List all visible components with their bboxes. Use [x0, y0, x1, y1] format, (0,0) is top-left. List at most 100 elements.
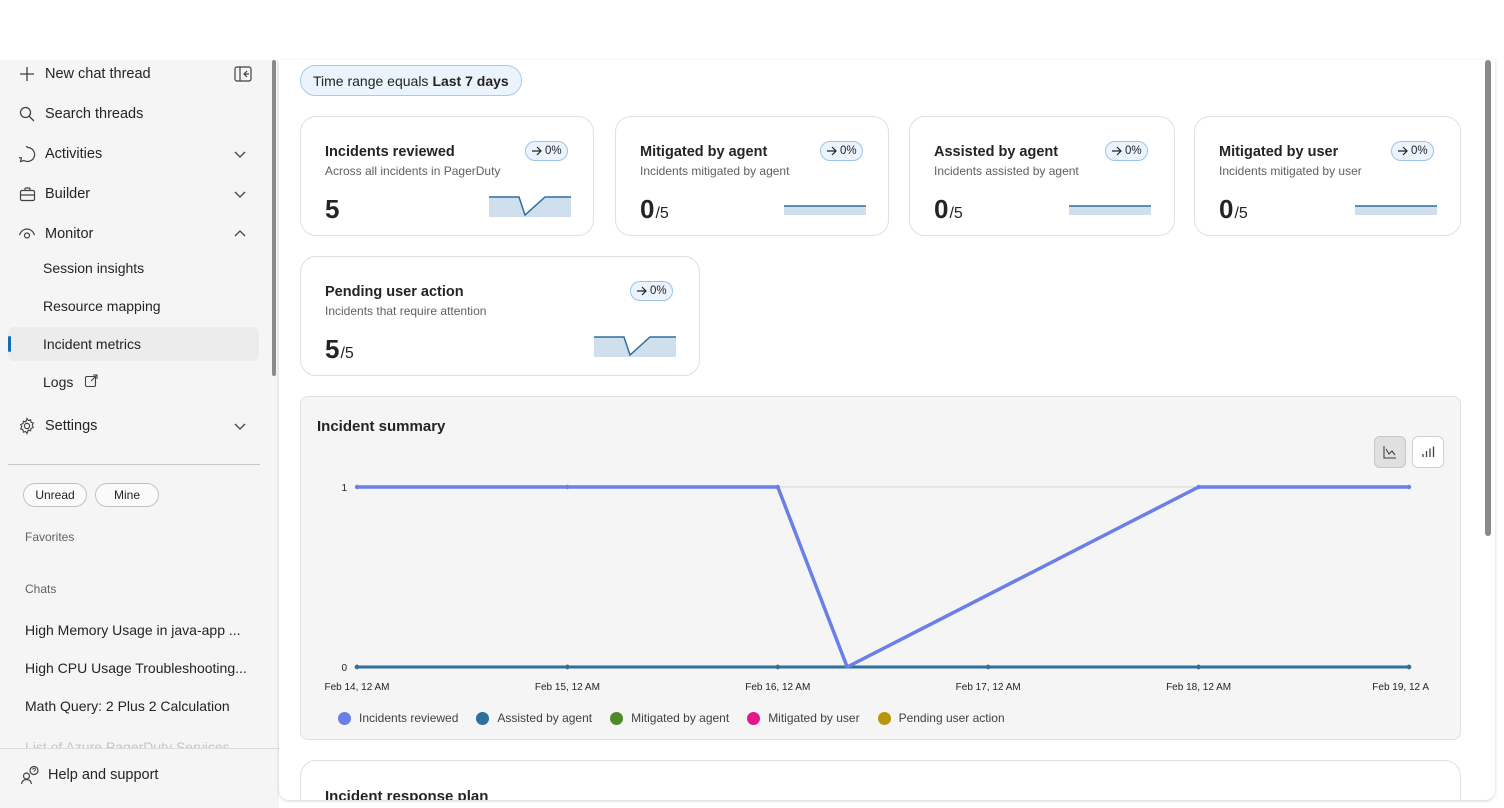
sidebar-scrollbar[interactable]	[272, 60, 276, 376]
metric-card-mitigated-by-user: Mitigated by user Incidents mitigated by…	[1194, 116, 1461, 236]
legend-dot	[338, 711, 351, 725]
x-tick-label: Feb 17, 12 AM	[956, 682, 1021, 693]
new-chat-label: New chat thread	[45, 66, 151, 82]
help-and-support-button[interactable]: Help and support	[20, 765, 158, 785]
card-value-number: 0	[1219, 194, 1234, 224]
new-chat-button[interactable]: New chat thread	[0, 56, 270, 92]
sidebar-item-activities[interactable]: Activities	[0, 136, 270, 172]
metric-card-pending-user-action: Pending user action Incidents that requi…	[300, 256, 700, 376]
trend-value: 0%	[1125, 145, 1142, 157]
chat-item[interactable]: List of Azure PagerDuty Services	[25, 739, 250, 748]
card-value: 0/5	[1219, 194, 1248, 225]
app-window: New chat thread Search threads Activitie…	[0, 0, 1504, 808]
filter-unread-button[interactable]: Unread	[23, 483, 87, 507]
session-insights-label: Session insights	[43, 260, 145, 276]
chevron-down-icon	[234, 423, 246, 430]
sidebar-footer: Help and support	[0, 748, 279, 808]
activities-label: Activities	[45, 146, 103, 162]
card-subtitle: Incidents mitigated by user	[1219, 164, 1362, 178]
trend-value: 0%	[840, 145, 857, 157]
sparkline	[489, 196, 571, 217]
trend-value: 0%	[1411, 145, 1428, 157]
sidebar: New chat thread Search threads Activitie…	[0, 60, 279, 808]
x-tick-label: Feb 14, 12 AM	[324, 682, 389, 693]
y-tick-label: 1	[341, 483, 347, 494]
x-tick-label: Feb 15, 12 AM	[535, 682, 600, 693]
sidebar-item-builder[interactable]: Builder	[0, 176, 270, 212]
series-line-incidents-reviewed	[357, 485, 1409, 669]
trend-badge: 0%	[1391, 141, 1434, 161]
collapse-sidebar-icon[interactable]	[233, 64, 253, 84]
sidebar-item-incident-metrics[interactable]: Incident metrics	[8, 327, 259, 361]
legend-item[interactable]: Mitigated by agent	[610, 711, 729, 725]
legend-item[interactable]: Pending user action	[877, 711, 1005, 725]
data-point	[1406, 664, 1412, 670]
card-subtitle: Across all incidents in PagerDuty	[325, 164, 501, 178]
data-point	[775, 664, 780, 670]
sparkline	[784, 205, 866, 215]
data-point	[986, 664, 991, 670]
top-bar	[0, 0, 1504, 60]
legend-label: Mitigated by agent	[631, 711, 730, 725]
x-tick-label: Feb 19, 12 A	[1372, 682, 1429, 693]
legend-item[interactable]: Mitigated by user	[747, 711, 860, 725]
incident-summary-panel: Incident summary 0 1 Feb 14, 12 AM Feb 15, …	[300, 396, 1461, 740]
chat-item[interactable]: Math Query: 2 Plus 2 Calculation	[25, 698, 250, 714]
trend-badge: 0%	[525, 141, 568, 161]
help-label: Help and support	[48, 767, 159, 783]
card-value-number: 5	[325, 194, 340, 224]
trend-badge: 0%	[630, 281, 673, 301]
sidebar-item-logs[interactable]: Logs	[8, 365, 259, 399]
metric-card-assisted-by-agent: Assisted by agent Incidents assisted by …	[909, 116, 1175, 236]
arrow-right-icon	[637, 286, 647, 296]
sidebar-item-monitor[interactable]: Monitor	[0, 216, 270, 252]
chat-item[interactable]: High CPU Usage Troubleshooting...	[25, 660, 250, 676]
card-value: 0/5	[640, 194, 669, 225]
card-value-denominator: /5	[1234, 205, 1248, 222]
legend-item[interactable]: Incidents reviewed	[338, 711, 458, 725]
chevron-down-icon	[234, 191, 246, 198]
card-value-denominator: /5	[655, 205, 669, 222]
legend-item[interactable]: Assisted by agent	[476, 711, 592, 725]
data-point	[565, 664, 570, 670]
data-point	[565, 484, 570, 490]
arrow-right-icon	[1112, 146, 1122, 156]
legend-label: Mitigated by user	[768, 711, 860, 725]
card-title: Mitigated by agent	[640, 144, 768, 160]
chart-legend: Incidents reviewed Assisted by agent Mitig…	[338, 711, 1023, 725]
data-point	[775, 484, 780, 490]
metric-card-incidents-reviewed: Incidents reviewed Across all incidents …	[300, 116, 594, 236]
x-tick-label: Feb 16, 12 AM	[745, 682, 810, 693]
chat-item[interactable]: High Memory Usage in java-app ...	[25, 622, 250, 638]
data-point	[354, 484, 360, 490]
sidebar-item-settings[interactable]: Settings	[0, 408, 270, 444]
filter-mine-button[interactable]: Mine	[95, 483, 159, 507]
main-content: Time range equals Last 7 days Incidents …	[279, 60, 1495, 800]
briefcase-icon	[17, 184, 37, 204]
search-threads-label: Search threads	[45, 106, 144, 122]
trend-value: 0%	[545, 145, 562, 157]
incident-summary-chart: 0 1 Feb 14, 12 AM Feb 15, 12 AM Feb 16, 12 A…	[324, 483, 1429, 693]
card-title: Mitigated by user	[1219, 144, 1339, 160]
legend-label: Assisted by agent	[497, 711, 593, 725]
x-tick-label: Feb 18, 12 AM	[1166, 682, 1231, 693]
data-point	[354, 664, 360, 670]
y-tick-label: 0	[341, 663, 347, 674]
eye-icon	[17, 224, 37, 244]
search-threads-button[interactable]: Search threads	[0, 96, 270, 132]
trend-badge: 0%	[1105, 141, 1148, 161]
legend-label: Incidents reviewed	[359, 711, 459, 725]
filter-value: Last 7 days	[432, 72, 509, 89]
card-value: 5/5	[325, 334, 354, 365]
plus-icon	[17, 64, 37, 84]
arrow-right-icon	[827, 146, 837, 156]
card-value-number: 5	[325, 334, 340, 364]
sidebar-item-session-insights[interactable]: Session insights	[8, 251, 259, 285]
incident-metrics-label: Incident metrics	[43, 336, 142, 352]
logs-label: Logs	[43, 374, 74, 390]
main-scrollbar[interactable]	[1485, 60, 1491, 536]
sidebar-item-resource-mapping[interactable]: Resource mapping	[8, 289, 259, 323]
time-range-filter[interactable]: Time range equals Last 7 days	[300, 65, 522, 96]
card-subtitle: Incidents that require attention	[325, 304, 487, 318]
gear-icon	[17, 416, 37, 436]
